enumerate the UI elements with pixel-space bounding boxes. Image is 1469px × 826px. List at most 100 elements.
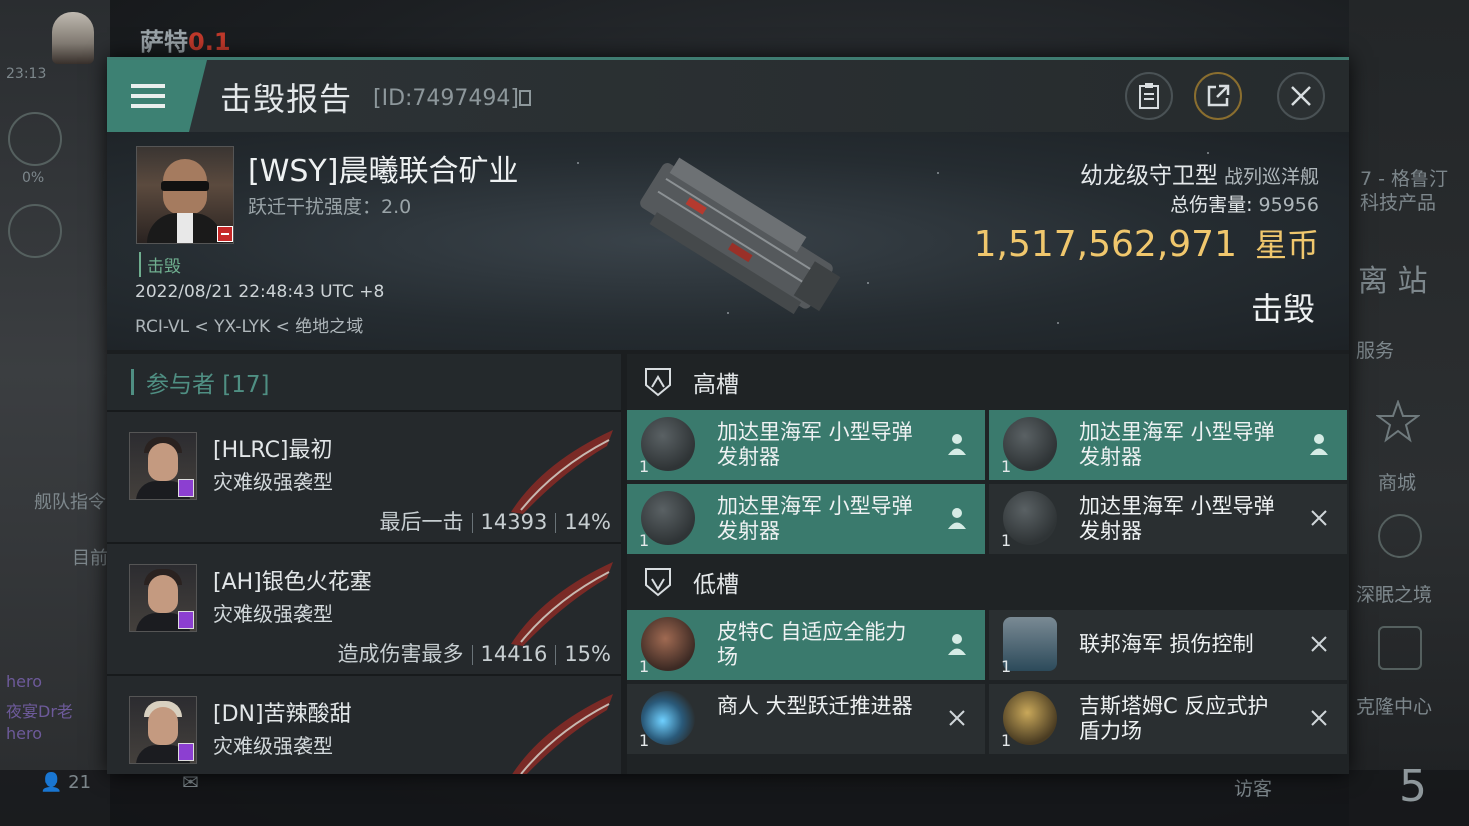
slot-item[interactable]: 1 加达里海军 小型导弹发射器 [989, 410, 1347, 480]
participant-row[interactable]: [AH]银色火花塞 灾难级强袭型 造成伤害最多 14416 15% [107, 542, 621, 674]
local-count[interactable]: 👤 21 [40, 772, 91, 793]
destroyed-x-icon [1311, 510, 1327, 526]
total-damage: 总伤害量: 95956 [1170, 194, 1319, 216]
corp-tag-icon [178, 479, 194, 497]
clone-icon[interactable] [1378, 626, 1422, 670]
nes-icon[interactable] [1375, 399, 1421, 444]
dropped-person-icon [948, 508, 966, 529]
chat-line: 夜宴Dr老 [6, 702, 73, 721]
slot-item[interactable]: 1 加达里海军 小型导弹发射器 [989, 484, 1347, 554]
warp-strength: 跃迁干扰强度：2.0 [248, 196, 412, 218]
participant-ship: 灾难级强袭型 [213, 734, 333, 758]
location-icon[interactable] [8, 204, 62, 258]
item-name: 加达里海军 小型导弹发射器 [1079, 420, 1275, 469]
victim-name[interactable]: [WSY]晨曦联合矿业 [248, 146, 518, 190]
item-qty: 1 [1001, 531, 1012, 550]
isk-value: 1,517,562,971 星币 [973, 224, 1319, 265]
slot-item[interactable]: 1 商人 大型跃迁推进器 [627, 684, 985, 754]
corp-tag-icon [178, 743, 194, 761]
item-qty: 1 [1001, 457, 1012, 476]
tech-label: 科技产品 [1360, 192, 1437, 214]
participants-header: 参与者 [17] [107, 354, 621, 410]
cargo-percent: 0% [22, 170, 45, 186]
report-id: [ID:7497494] [373, 86, 519, 111]
item-name: 联邦海军 损伤控制 [1079, 632, 1254, 656]
store-button[interactable]: 商城 [1378, 468, 1416, 495]
item-qty: 1 [639, 657, 650, 676]
status-tag: 击毁 [139, 252, 181, 277]
hamburger-icon [131, 78, 165, 114]
fitting-panel: 高槽 1 加达里海军 小型导弹发射器 1 加达里海军 小型导弹发射器 1 加达里… [627, 354, 1349, 774]
deep-sleep-icon[interactable] [1378, 514, 1422, 558]
close-button[interactable] [1277, 72, 1325, 120]
participant-stats: 最后一击 14393 14% [379, 510, 612, 534]
item-qty: 1 [639, 731, 650, 750]
cargo-icon[interactable] [8, 112, 62, 166]
item-name: 吉斯塔姆C 反应式护盾力场 [1079, 694, 1269, 743]
clone-center-button[interactable]: 克隆中心 [1356, 692, 1432, 719]
clipboard-button[interactable] [1125, 72, 1173, 120]
participant-name: [DN]苦辣酸甜 [213, 702, 352, 727]
share-icon [1207, 84, 1230, 107]
slot-item[interactable]: 1 加达里海军 小型导弹发射器 [627, 484, 985, 554]
participant-portrait [129, 432, 197, 500]
title-bar: 击毁报告 [ID:7497494] [107, 60, 1349, 132]
item-qty: 1 [639, 531, 650, 550]
menu-button[interactable] [107, 60, 207, 132]
clock: 23:13 [6, 66, 47, 82]
dropped-person-icon [1310, 434, 1328, 455]
services-button[interactable]: 服务 [1356, 336, 1394, 363]
ship-image[interactable] [617, 150, 857, 320]
high-slot-grid: 1 加达里海军 小型导弹发射器 1 加达里海军 小型导弹发射器 1 加达里海军 … [627, 410, 1349, 554]
kill-result: 击毁 [1250, 290, 1315, 328]
destroyed-x-icon [1311, 636, 1327, 652]
item-name: 加达里海军 小型导弹发射器 [717, 420, 913, 469]
participant-portrait [129, 696, 197, 764]
chat-line: hero [6, 724, 42, 743]
dropped-person-icon [948, 634, 966, 655]
standing-badge [217, 226, 233, 242]
item-name: 皮特C 自适应全能力场 [717, 620, 907, 669]
participants-panel: 参与者 [17] [HLRC]最初 灾难级强袭型 最后一击 14393 14% [A… [107, 354, 621, 774]
fleet-label[interactable]: 舰队指令 [34, 488, 106, 514]
low-slot-icon [645, 568, 671, 597]
copy-id-icon[interactable] [519, 90, 531, 106]
corp-tag-icon [178, 611, 194, 629]
participant-row[interactable]: [HLRC]最初 灾难级强袭型 最后一击 14393 14% [107, 410, 621, 542]
deep-sleep-button[interactable]: 深眠之境 [1356, 580, 1432, 607]
destroyed-x-icon [1311, 710, 1327, 726]
kill-report-window: 击毁报告 [ID:7497494] [WSY]晨曦联合矿业 跃迁干扰强度：2.0… [107, 57, 1349, 774]
counter-value: 5 [1399, 761, 1427, 812]
participant-stats: 造成伤害最多 14416 15% [337, 642, 612, 666]
kill-location[interactable]: RCI-VL < YX-LYK < 绝地之域 [135, 312, 363, 337]
chat-line: hero [6, 672, 42, 691]
clipboard-icon [1139, 83, 1159, 109]
participant-row[interactable]: [DN]苦辣酸甜 灾难级强袭型 [107, 674, 621, 774]
slot-item[interactable]: 1 皮特C 自适应全能力场 [627, 610, 985, 680]
slot-item[interactable]: 1 吉斯塔姆C 反应式护盾力场 [989, 684, 1347, 754]
dropped-person-icon [948, 434, 966, 455]
visitors-button[interactable]: 访客 [1234, 774, 1272, 801]
participant-ship-icon [512, 694, 613, 774]
pilot-avatar[interactable] [52, 12, 94, 64]
share-button[interactable] [1194, 72, 1242, 120]
close-icon [1291, 86, 1311, 106]
low-slot-header: 低槽 [627, 554, 1349, 610]
participant-ship: 灾难级强袭型 [213, 602, 333, 626]
high-slot-icon [645, 368, 671, 397]
kill-datetime: 2022/08/21 22:48:43 UTC +8 [135, 282, 385, 302]
item-qty: 1 [1001, 657, 1012, 676]
item-name: 加达里海军 小型导弹发射器 [717, 494, 913, 543]
participant-portrait [129, 564, 197, 632]
victim-header: [WSY]晨曦联合矿业 跃迁干扰强度：2.0 击毁 2022/08/21 22:… [107, 132, 1349, 350]
ship-type[interactable]: 幼龙级守卫型 战列巡洋舰 [1080, 156, 1319, 190]
low-slot-grid: 1 皮特C 自适应全能力场 1 联邦海军 损伤控制 1 商人 大型跃迁推进器 1… [627, 610, 1349, 754]
undock-button[interactable]: 离 站 [1358, 256, 1428, 300]
item-name: 商人 大型跃迁推进器 [717, 694, 913, 718]
slot-item[interactable]: 1 加达里海军 小型导弹发射器 [627, 410, 985, 480]
window-title: 击毁报告 [220, 80, 353, 118]
slot-item[interactable]: 1 联邦海军 损伤控制 [989, 610, 1347, 680]
item-name: 加达里海军 小型导弹发射器 [1079, 494, 1275, 543]
item-qty: 1 [1001, 731, 1012, 750]
item-qty: 1 [639, 457, 650, 476]
